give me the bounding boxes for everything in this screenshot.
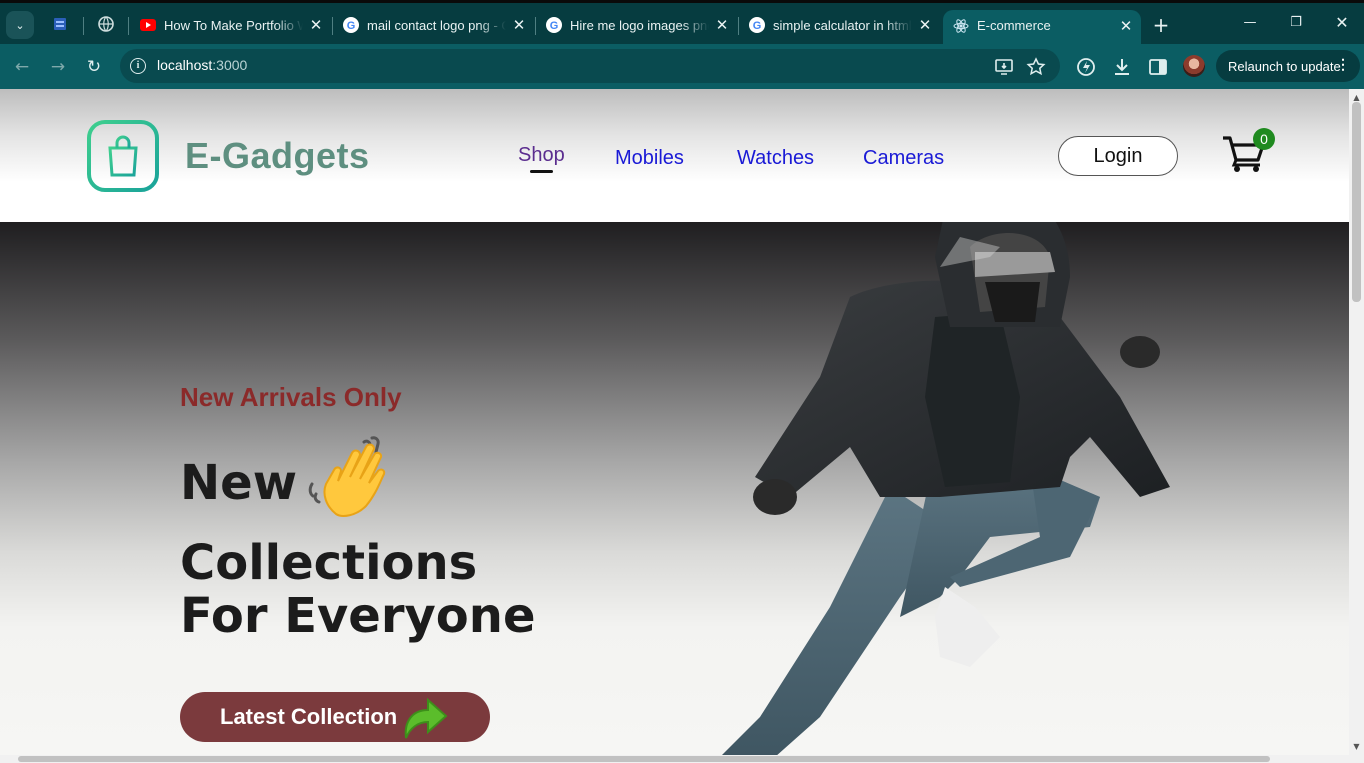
cart-count-badge: 0 — [1253, 128, 1275, 150]
nav-link-cameras[interactable]: Cameras — [863, 147, 944, 170]
google-icon: G — [749, 17, 765, 33]
svg-text:G: G — [753, 20, 762, 32]
relaunch-to-update-button[interactable]: Relaunch to update ⋮ — [1216, 50, 1360, 82]
latest-collection-label: Latest Collection — [220, 704, 398, 729]
nav-link-shop[interactable]: Shop — [518, 144, 565, 167]
site-header: E-Gadgets Shop Mobiles Watches Cameras L… — [0, 89, 1349, 222]
shopping-bag-logo-icon[interactable] — [72, 111, 176, 203]
tab-separator — [128, 17, 129, 35]
active-nav-underline — [530, 170, 553, 173]
tab-youtube[interactable]: How To Make Portfolio W ✕ — [140, 10, 325, 40]
brand-name[interactable]: E-Gadgets — [185, 135, 370, 177]
restore-icon[interactable]: ❐ — [1273, 15, 1319, 30]
site-info-icon[interactable]: i — [130, 58, 146, 74]
hero-heading-line-3: For Everyone — [180, 588, 536, 644]
tab-google-mail-logo[interactable]: G mail contact logo png - G ✕ — [343, 10, 528, 40]
horizontal-scroll-thumb[interactable] — [18, 756, 1270, 762]
react-icon — [953, 18, 969, 34]
profile-avatar[interactable] — [1183, 55, 1205, 77]
close-icon[interactable]: ✕ — [713, 16, 731, 34]
bookmark-star-icon[interactable] — [1026, 57, 1046, 77]
minimize-icon[interactable]: — — [1227, 15, 1273, 30]
svg-text:G: G — [550, 20, 559, 32]
more-vertical-icon[interactable]: ⋮ — [1336, 56, 1350, 73]
youtube-icon — [140, 17, 156, 33]
close-icon[interactable]: ✕ — [510, 16, 528, 34]
page: E-Gadgets Shop Mobiles Watches Cameras L… — [0, 89, 1349, 755]
tab-separator — [738, 17, 739, 35]
waving-hand-icon — [308, 436, 386, 517]
url-host: localhost — [157, 57, 213, 73]
vertical-scroll-thumb[interactable] — [1352, 102, 1361, 302]
tab-title: Hire me logo images png — [570, 17, 709, 33]
url-port: :3000 — [212, 57, 248, 73]
download-icon[interactable] — [1111, 56, 1133, 78]
google-icon: G — [546, 17, 562, 33]
nav-link-watches[interactable]: Watches — [737, 147, 814, 170]
close-icon[interactable]: ✕ — [1117, 17, 1135, 35]
tab-separator — [535, 17, 536, 35]
tab-google-calculator[interactable]: G simple calculator in html ✕ — [749, 10, 934, 40]
svg-text:G: G — [347, 20, 356, 32]
scroll-down-arrow-icon[interactable]: ▼ — [1350, 740, 1363, 753]
new-tab-button[interactable]: + — [1150, 14, 1172, 36]
hero-model-image — [722, 222, 1170, 755]
window-close-icon[interactable]: ✕ — [1319, 13, 1364, 32]
browser-toolbar: ← → ↻ i localhost:3000 — [0, 44, 1364, 89]
tab-strip: ⌄ How To Make Portfolio W ✕ G mail conta… — [0, 0, 1364, 47]
page-viewport: E-Gadgets Shop Mobiles Watches Cameras L… — [0, 89, 1364, 763]
tab-title: simple calculator in html — [773, 17, 912, 33]
login-button[interactable]: Login — [1058, 136, 1178, 176]
hero-section: New Arrivals Only New Collections For Ev… — [0, 222, 1349, 755]
close-icon[interactable]: ✕ — [307, 16, 325, 34]
hero-subtitle: New Arrivals Only — [180, 382, 402, 412]
pinned-tab-store-icon[interactable] — [51, 15, 69, 33]
hero-heading-line-1: New — [180, 455, 298, 511]
url-text[interactable]: localhost:3000 — [157, 57, 247, 73]
tab-separator — [332, 17, 333, 35]
tab-ecommerce-active[interactable]: E-commerce ✕ — [943, 10, 1141, 47]
tab-separator — [83, 17, 84, 35]
forward-arrow-icon[interactable]: → — [47, 56, 69, 78]
google-icon: G — [343, 17, 359, 33]
close-icon[interactable]: ✕ — [916, 16, 934, 34]
install-app-icon[interactable] — [994, 57, 1014, 77]
curved-arrow-icon — [404, 697, 448, 739]
tab-title: mail contact logo png - G — [367, 17, 506, 33]
chevron-down-icon: ⌄ — [15, 18, 25, 32]
tab-google-hire-me[interactable]: G Hire me logo images png ✕ — [546, 10, 731, 40]
side-panel-icon[interactable] — [1147, 56, 1169, 78]
tab-search-button[interactable]: ⌄ — [6, 11, 34, 39]
nav-link-mobiles[interactable]: Mobiles — [615, 147, 684, 170]
extension-icon[interactable] — [1075, 56, 1097, 78]
tab-title: E-commerce — [977, 18, 1051, 33]
pinned-tab-globe-icon[interactable] — [97, 15, 115, 33]
hero-heading-line-2: Collections — [180, 535, 478, 591]
back-arrow-icon[interactable]: ← — [11, 56, 33, 78]
reload-icon[interactable]: ↻ — [83, 56, 105, 78]
relaunch-label: Relaunch to update — [1228, 58, 1341, 74]
tab-title: How To Make Portfolio W — [164, 17, 303, 33]
address-bar[interactable]: i localhost:3000 — [120, 49, 1060, 83]
